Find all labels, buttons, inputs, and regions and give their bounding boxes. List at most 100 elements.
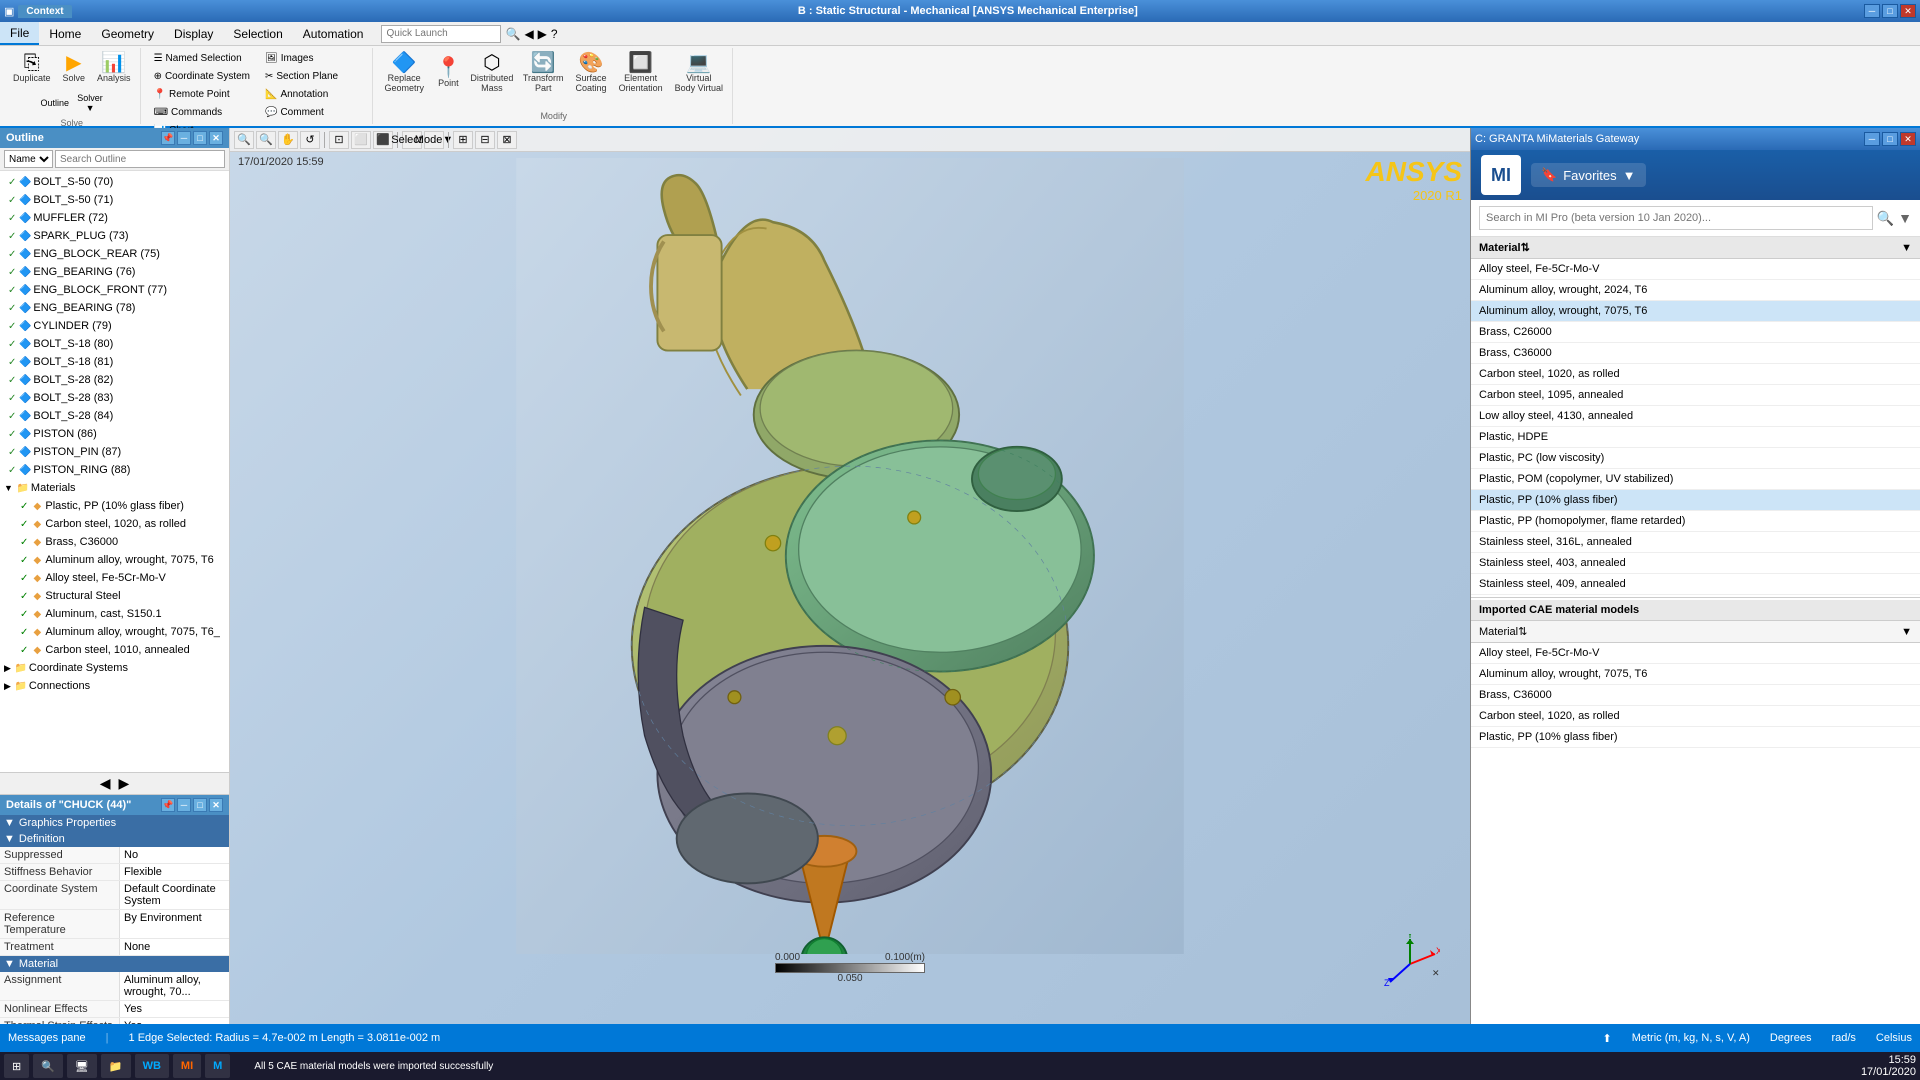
imported-filter-icon[interactable]: ▼	[1901, 626, 1912, 638]
thermal-strain-val[interactable]: Yes	[120, 1018, 229, 1024]
outline-button[interactable]: Outline	[38, 95, 73, 111]
tree-nav-next[interactable]: ▶	[119, 775, 130, 792]
3d-model-viewport[interactable]	[250, 158, 1450, 954]
tree-item-connections[interactable]: ▶ 📁 Connections	[0, 677, 229, 695]
tree-item-bolt-s-28-82[interactable]: ✓ 🔷 BOLT_S-28 (82)	[0, 371, 229, 389]
tree-item-eng-block-rear[interactable]: ✓ 🔷 ENG_BLOCK_REAR (75)	[0, 245, 229, 263]
surface-coating-button[interactable]: 🎨 SurfaceCoating	[571, 50, 612, 96]
material-brass-c36000[interactable]: Brass, C36000	[1471, 343, 1920, 364]
maximize-button[interactable]: □	[1882, 4, 1898, 18]
outline-name-select[interactable]: Name	[4, 150, 53, 168]
tree-item-al-7075-2[interactable]: ✓ ◆ Aluminum alloy, wrought, 7075, T6_	[0, 623, 229, 641]
material-carbon-1095[interactable]: Carbon steel, 1095, annealed	[1471, 385, 1920, 406]
vp-pan[interactable]: ✋	[278, 131, 298, 149]
tree-item-alloy-steel[interactable]: ✓ ◆ Alloy steel, Fe-5Cr-Mo-V	[0, 569, 229, 587]
tree-nav-prev[interactable]: ◀	[100, 775, 111, 792]
material-ss-409[interactable]: Stainless steel, 409, annealed	[1471, 574, 1920, 595]
tree-item-carbon-1010[interactable]: ✓ ◆ Carbon steel, 1010, annealed	[0, 641, 229, 659]
tree-item-muffler[interactable]: ✓ 🔷 MUFFLER (72)	[0, 209, 229, 227]
vp-view-iso[interactable]: ⬛	[373, 131, 393, 149]
tree-item-materials[interactable]: ▼ 📁 Materials	[0, 479, 229, 497]
coordinate-val[interactable]: Default Coordinate System	[120, 881, 229, 909]
tree-item-coord-systems[interactable]: ▶ 📁 Coordinate Systems	[0, 659, 229, 677]
menu-home[interactable]: Home	[39, 22, 91, 45]
material-low-alloy-4130[interactable]: Low alloy steel, 4130, annealed	[1471, 406, 1920, 427]
analysis-button[interactable]: 📊 Analysis	[92, 50, 136, 86]
distributed-mass-button[interactable]: ⬡ DistributedMass	[468, 50, 516, 96]
commands-button[interactable]: ⌨ Commands	[147, 104, 257, 121]
context-tab[interactable]: Context	[18, 5, 71, 18]
task-view-button[interactable]: 🖥	[67, 1054, 97, 1078]
quick-launch-input[interactable]	[381, 25, 501, 43]
details-min-button[interactable]: ─	[177, 798, 191, 812]
material-ss-316l[interactable]: Stainless steel, 316L, annealed	[1471, 532, 1920, 553]
favorites-button[interactable]: 🔖 Favorites ▼	[1531, 163, 1646, 187]
material-search-input[interactable]	[1479, 206, 1873, 230]
tree-item-bolt-s-50-71[interactable]: ✓ 🔷 BOLT_S-50 (71)	[0, 191, 229, 209]
material-plastic-pp-glass[interactable]: Plastic, PP (10% glass fiber)	[1471, 490, 1920, 511]
vp-rotate[interactable]: ↺	[300, 131, 320, 149]
comment-button[interactable]: 💬 Comment	[258, 104, 368, 121]
menu-display[interactable]: Display	[164, 22, 223, 45]
graphics-properties-section[interactable]: ▼ Graphics Properties	[0, 815, 229, 831]
tree-item-bolt-s-28-84[interactable]: ✓ 🔷 BOLT_S-28 (84)	[0, 407, 229, 425]
tree-item-plastic-pp[interactable]: ✓ ◆ Plastic, PP (10% glass fiber)	[0, 497, 229, 515]
outline-close-button[interactable]: ✕	[209, 131, 223, 145]
solver-button[interactable]: Solver▼	[74, 90, 106, 116]
tree-item-eng-bearing-78[interactable]: ✓ 🔷 ENG_BEARING (78)	[0, 299, 229, 317]
wb-button[interactable]: WB	[135, 1054, 169, 1078]
tree-item-carbon-steel[interactable]: ✓ ◆ Carbon steel, 1020, as rolled	[0, 515, 229, 533]
messages-pane-label[interactable]: Messages pane	[8, 1032, 86, 1044]
stiffness-val[interactable]: Flexible	[120, 864, 229, 880]
tree-item-piston-pin[interactable]: ✓ 🔷 PISTON_PIN (87)	[0, 443, 229, 461]
suppressed-val[interactable]: No	[120, 847, 229, 863]
outline-min-button[interactable]: ─	[177, 131, 191, 145]
tree-item-al-7075[interactable]: ✓ ◆ Aluminum alloy, wrought, 7075, T6	[0, 551, 229, 569]
mi-taskbar-button[interactable]: MI	[173, 1054, 201, 1078]
images-button[interactable]: 🖼 Images	[258, 50, 368, 67]
vp-view-front[interactable]: ⬜	[351, 131, 371, 149]
right-minimize-button[interactable]: ─	[1864, 132, 1880, 146]
file-explorer-button[interactable]: 📁	[101, 1054, 131, 1078]
minimize-button[interactable]: ─	[1864, 4, 1880, 18]
material-plastic-pc[interactable]: Plastic, PC (low viscosity)	[1471, 448, 1920, 469]
material-plastic-pom[interactable]: Plastic, POM (copolymer, UV stabilized)	[1471, 469, 1920, 490]
duplicate-button[interactable]: ⎘ Duplicate	[8, 50, 56, 86]
named-selection-button[interactable]: ☰ Named Selection	[147, 50, 257, 67]
quick-launch-help[interactable]: ?	[551, 27, 558, 41]
start-button[interactable]: ⊞	[4, 1054, 29, 1078]
details-max-button[interactable]: □	[193, 798, 207, 812]
mi-filter-icon[interactable]: ▼	[1898, 210, 1912, 226]
vp-show-nodes[interactable]: ⊠	[497, 131, 517, 149]
vp-show-edges[interactable]: ⊟	[475, 131, 495, 149]
tree-item-bolt-s-28-83[interactable]: ✓ 🔷 BOLT_S-28 (83)	[0, 389, 229, 407]
menu-file[interactable]: File	[0, 22, 39, 45]
search-button[interactable]: 🔍	[33, 1054, 63, 1078]
tree-item-piston[interactable]: ✓ 🔷 PISTON (86)	[0, 425, 229, 443]
element-orientation-button[interactable]: 🔲 ElementOrientation	[614, 50, 668, 96]
tree-item-bolt-s-50-70[interactable]: ✓ 🔷 BOLT_S-50 (70)	[0, 173, 229, 191]
right-maximize-button[interactable]: □	[1882, 132, 1898, 146]
vp-zoom-in[interactable]: 🔍	[256, 131, 276, 149]
material-alloy-steel[interactable]: Alloy steel, Fe-5Cr-Mo-V	[1471, 259, 1920, 280]
m-taskbar-button[interactable]: M	[205, 1054, 230, 1078]
tree-item-spark-plug[interactable]: ✓ 🔷 SPARK_PLUG (73)	[0, 227, 229, 245]
material-al-2024[interactable]: Aluminum alloy, wrought, 2024, T6	[1471, 280, 1920, 301]
outline-max-button[interactable]: □	[193, 131, 207, 145]
tree-item-brass-c36000[interactable]: ✓ ◆ Brass, C36000	[0, 533, 229, 551]
material-sort-icon[interactable]: ⇅	[1521, 241, 1530, 254]
close-button[interactable]: ✕	[1900, 4, 1916, 18]
material-carbon-1020[interactable]: Carbon steel, 1020, as rolled	[1471, 364, 1920, 385]
remote-point-button[interactable]: 📍 Remote Point	[147, 86, 257, 103]
virtual-body-button[interactable]: 💻 VirtualBody Virtual	[670, 50, 728, 96]
imported-alloy-steel[interactable]: Alloy steel, Fe-5Cr-Mo-V	[1471, 643, 1920, 664]
tree-item-bolt-s-18-80[interactable]: ✓ 🔷 BOLT_S-18 (80)	[0, 335, 229, 353]
details-pin-button[interactable]: 📌	[161, 798, 175, 812]
transform-part-button[interactable]: 🔄 TransformPart	[518, 50, 569, 96]
imported-sort-icon[interactable]: ⇅	[1518, 625, 1527, 638]
quick-launch-nav-prev[interactable]: ◀	[524, 27, 533, 41]
material-plastic-pp-homo[interactable]: Plastic, PP (homopolymer, flame retarded…	[1471, 511, 1920, 532]
right-close-button[interactable]: ✕	[1900, 132, 1916, 146]
menu-geometry[interactable]: Geometry	[91, 22, 164, 45]
material-plastic-hdpe[interactable]: Plastic, HDPE	[1471, 427, 1920, 448]
